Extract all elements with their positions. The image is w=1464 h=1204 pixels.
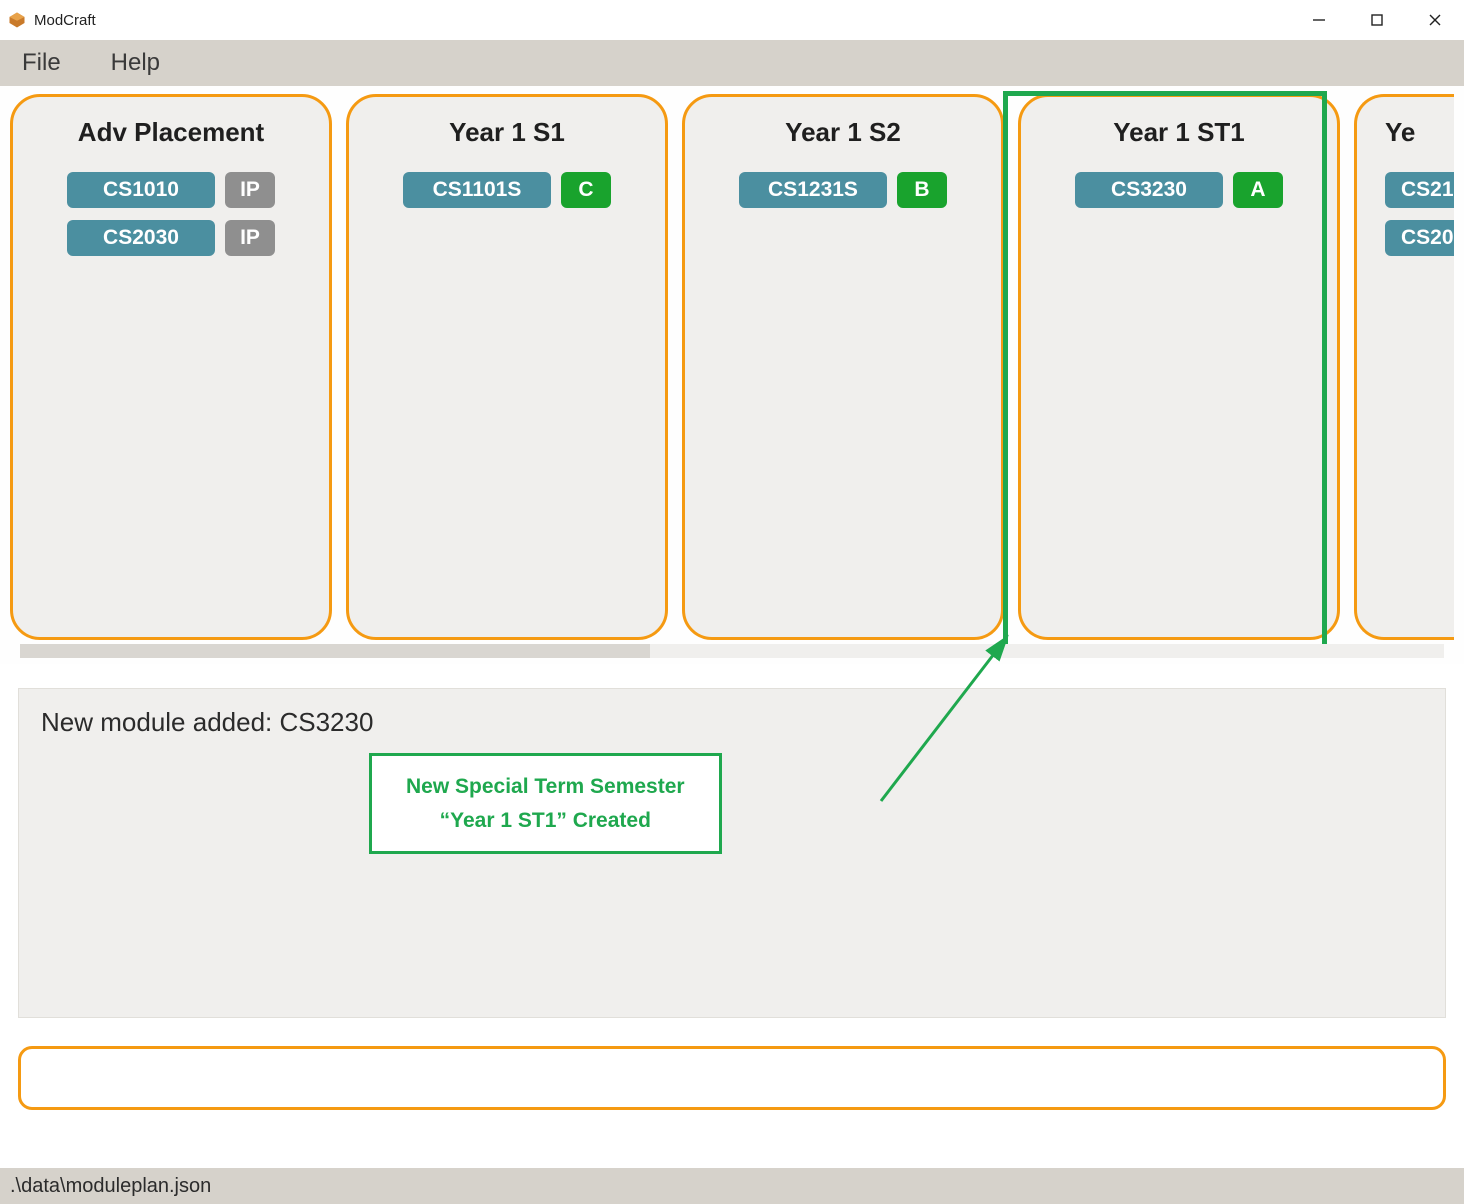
semester-card-partial[interactable]: Ye CS21 CS20	[1354, 94, 1454, 640]
grade-chip: B	[897, 172, 947, 208]
module-chip[interactable]: CS20	[1385, 220, 1454, 256]
module-row: CS20	[1385, 220, 1454, 256]
module-row: CS2030 IP	[67, 220, 275, 256]
module-chip[interactable]: CS3230	[1075, 172, 1223, 208]
titlebar: ModCraft	[0, 0, 1464, 40]
app-title: ModCraft	[34, 12, 96, 29]
callout-line2: “Year 1 ST1” Created	[406, 804, 685, 838]
module-chip[interactable]: CS1231S	[739, 172, 887, 208]
menubar: File Help	[0, 40, 1464, 86]
module-chip[interactable]: CS21	[1385, 172, 1454, 208]
menu-help[interactable]: Help	[111, 49, 160, 77]
callout-box: New Special Term Semester “Year 1 ST1” C…	[369, 753, 722, 854]
module-row: CS21	[1385, 172, 1454, 208]
footer-status-bar: .\data\moduleplan.json	[0, 1168, 1464, 1204]
semester-scroll[interactable]: Adv Placement CS1010 IP CS2030 IP Year 1…	[10, 94, 1454, 640]
footer-path: .\data\moduleplan.json	[10, 1175, 211, 1198]
grade-chip: IP	[225, 172, 275, 208]
module-row: CS3230 A	[1075, 172, 1283, 208]
window-controls	[1290, 0, 1464, 40]
module-chip[interactable]: CS2030	[67, 220, 215, 256]
status-panel: New module added: CS3230 New Special Ter…	[18, 688, 1446, 1018]
maximize-button[interactable]	[1348, 0, 1406, 40]
semester-title: Ye	[1385, 117, 1415, 148]
semester-title: Year 1 S2	[785, 117, 901, 148]
command-row	[18, 1046, 1446, 1110]
module-chip[interactable]: CS1010	[67, 172, 215, 208]
menu-file[interactable]: File	[22, 49, 61, 77]
app-icon	[8, 11, 26, 29]
horizontal-scrollbar[interactable]	[20, 644, 1444, 658]
command-input[interactable]	[18, 1046, 1446, 1110]
module-row: CS1231S B	[739, 172, 947, 208]
status-message: New module added: CS3230	[41, 707, 1423, 738]
grade-chip: IP	[225, 220, 275, 256]
grade-chip: A	[1233, 172, 1283, 208]
grade-chip: C	[561, 172, 611, 208]
module-row: CS1010 IP	[67, 172, 275, 208]
close-button[interactable]	[1406, 0, 1464, 40]
semester-area: Adv Placement CS1010 IP CS2030 IP Year 1…	[0, 86, 1464, 664]
semester-card-y1s1[interactable]: Year 1 S1 CS1101S C	[346, 94, 668, 640]
module-row: CS1101S C	[403, 172, 611, 208]
semester-card-y1st1[interactable]: Year 1 ST1 CS3230 A	[1018, 94, 1340, 640]
semester-title: Year 1 S1	[449, 117, 565, 148]
scrollbar-thumb[interactable]	[20, 644, 650, 658]
semester-title: Adv Placement	[78, 117, 264, 148]
semester-title: Year 1 ST1	[1113, 117, 1245, 148]
minimize-button[interactable]	[1290, 0, 1348, 40]
callout-line1: New Special Term Semester	[406, 770, 685, 804]
module-chip[interactable]: CS1101S	[403, 172, 551, 208]
semester-card-adv-placement[interactable]: Adv Placement CS1010 IP CS2030 IP	[10, 94, 332, 640]
semester-card-y1s2[interactable]: Year 1 S2 CS1231S B	[682, 94, 1004, 640]
